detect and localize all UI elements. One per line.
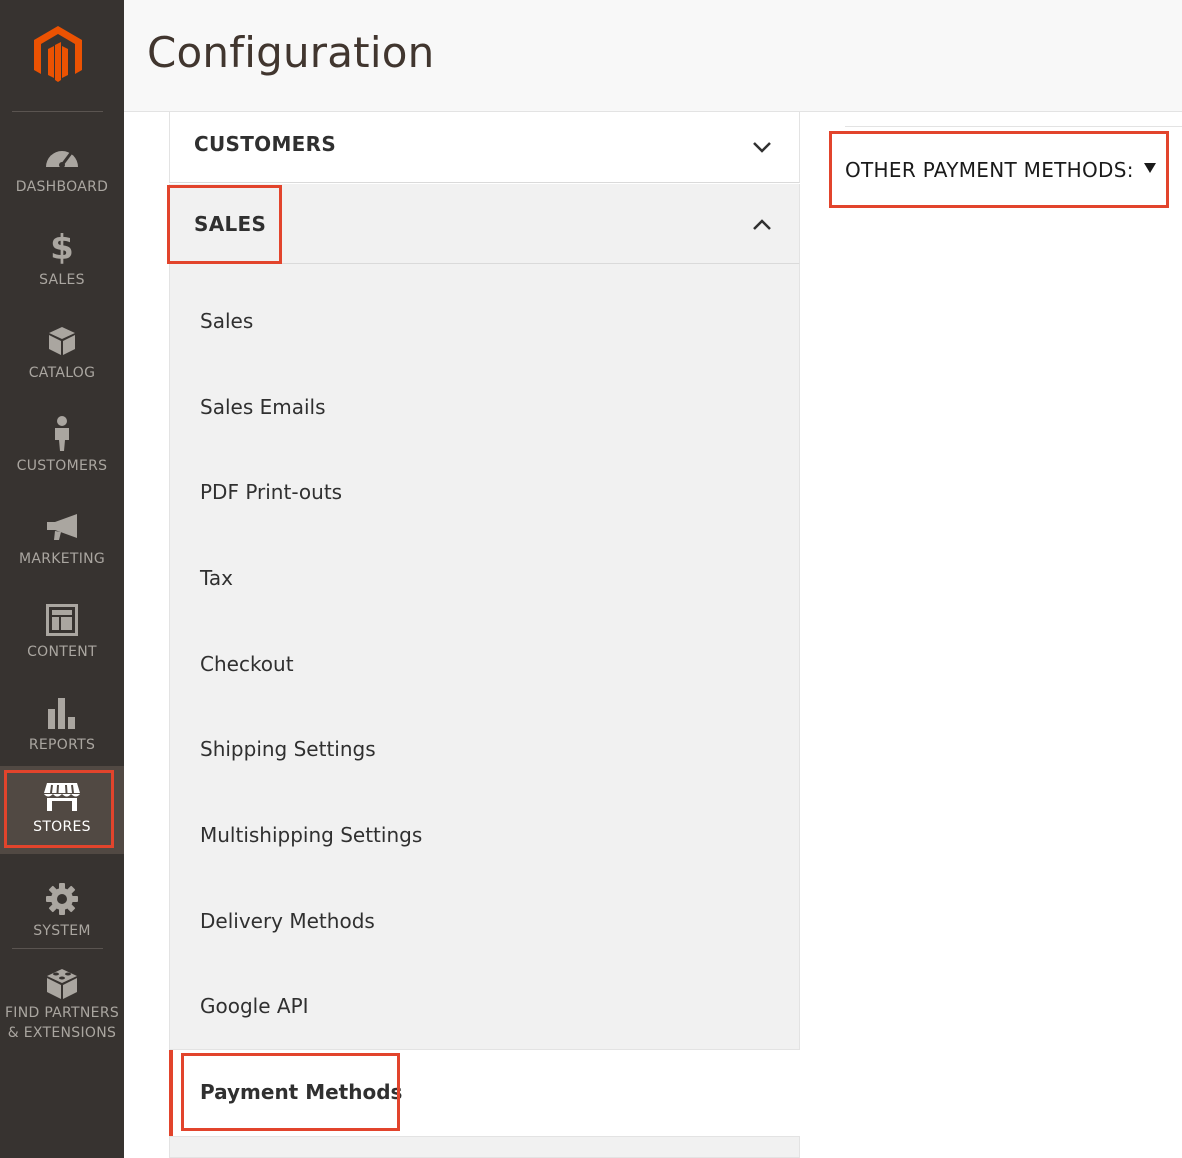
config-item-pdf-printouts[interactable]: PDF Print-outs [200, 480, 342, 504]
page-title: Configuration [147, 28, 435, 77]
sidebar-label: MARKETING [18, 551, 106, 567]
gauge-icon [0, 138, 124, 172]
config-item-payment-methods-row[interactable]: Payment Methods [169, 1050, 800, 1136]
sidebar-item-dashboard[interactable]: DASHBOARD [0, 130, 124, 223]
layout-icon [0, 603, 124, 637]
triangle-down-icon [1144, 163, 1156, 173]
config-item-delivery-methods[interactable]: Delivery Methods [200, 909, 375, 933]
config-item-shipping-settings[interactable]: Shipping Settings [200, 737, 376, 761]
section-label: SALES [194, 212, 267, 236]
bar-chart-icon [0, 696, 124, 730]
sidebar-label: CUSTOMERS [16, 458, 108, 474]
sidebar-divider [12, 948, 103, 949]
config-item-google-api[interactable]: Google API [200, 994, 309, 1018]
sidebar-label: CATALOG [28, 365, 96, 381]
admin-page: DASHBOARD $ SALES CATALOG CUSTOMERS MARK… [0, 0, 1182, 1158]
config-item-sales-emails[interactable]: Sales Emails [200, 395, 326, 419]
section-sales[interactable]: SALES [169, 184, 800, 264]
magento-logo[interactable] [28, 24, 88, 86]
other-payment-methods-label: OTHER PAYMENT METHODS: [845, 158, 1134, 182]
content-divider [845, 126, 1182, 127]
dollar-icon: $ [50, 228, 74, 268]
sidebar-item-marketing[interactable]: MARKETING [0, 502, 124, 595]
sidebar-label: FIND PARTNERS & EXTENSIONS [0, 1003, 124, 1043]
sidebar-label: DASHBOARD [15, 179, 109, 195]
sidebar-label-line1: FIND PARTNERS [4, 1005, 120, 1021]
sidebar-item-customers[interactable]: CUSTOMERS [0, 409, 124, 502]
blocks-icon [0, 966, 124, 1000]
config-item-sales[interactable]: Sales [200, 309, 253, 333]
sidebar-item-catalog[interactable]: CATALOG [0, 316, 124, 409]
sidebar-item-system[interactable]: SYSTEM [0, 874, 124, 967]
section-label: CUSTOMERS [194, 132, 337, 156]
config-item-checkout[interactable]: Checkout [200, 652, 294, 676]
other-payment-methods-toggle[interactable]: OTHER PAYMENT METHODS: [845, 158, 1156, 182]
config-item-payment-methods[interactable]: Payment Methods [200, 1080, 402, 1104]
next-section-strip [169, 1136, 800, 1158]
page-header: Configuration [124, 0, 1182, 112]
sidebar-divider [12, 111, 103, 112]
gear-icon [0, 882, 124, 916]
sidebar-label: SALES [39, 272, 85, 288]
box-icon [0, 324, 124, 358]
section-customers[interactable]: CUSTOMERS [169, 112, 800, 183]
sidebar-item-sales[interactable]: $ SALES [0, 223, 124, 316]
config-item-tax[interactable]: Tax [200, 566, 233, 590]
sidebar-item-stores[interactable]: STORES [0, 766, 124, 854]
storefront-icon [0, 780, 124, 814]
sidebar-label: CONTENT [27, 644, 97, 660]
chevron-down-icon [753, 142, 771, 153]
sidebar-label: STORES [33, 819, 91, 835]
config-item-multishipping-settings[interactable]: Multishipping Settings [200, 823, 422, 847]
admin-sidebar: DASHBOARD $ SALES CATALOG CUSTOMERS MARK… [0, 0, 124, 1158]
megaphone-icon [0, 510, 124, 544]
sales-items-list: Sales Sales Emails PDF Print-outs Tax Ch… [169, 264, 800, 1050]
sidebar-label: REPORTS [28, 737, 96, 753]
sidebar-item-partners[interactable]: FIND PARTNERS & EXTENSIONS [0, 966, 124, 1056]
person-icon [0, 416, 124, 451]
sidebar-item-content[interactable]: CONTENT [0, 595, 124, 688]
chevron-up-icon [753, 219, 771, 230]
sidebar-label-line2: & EXTENSIONS [7, 1025, 117, 1041]
sidebar-label: SYSTEM [33, 923, 91, 939]
